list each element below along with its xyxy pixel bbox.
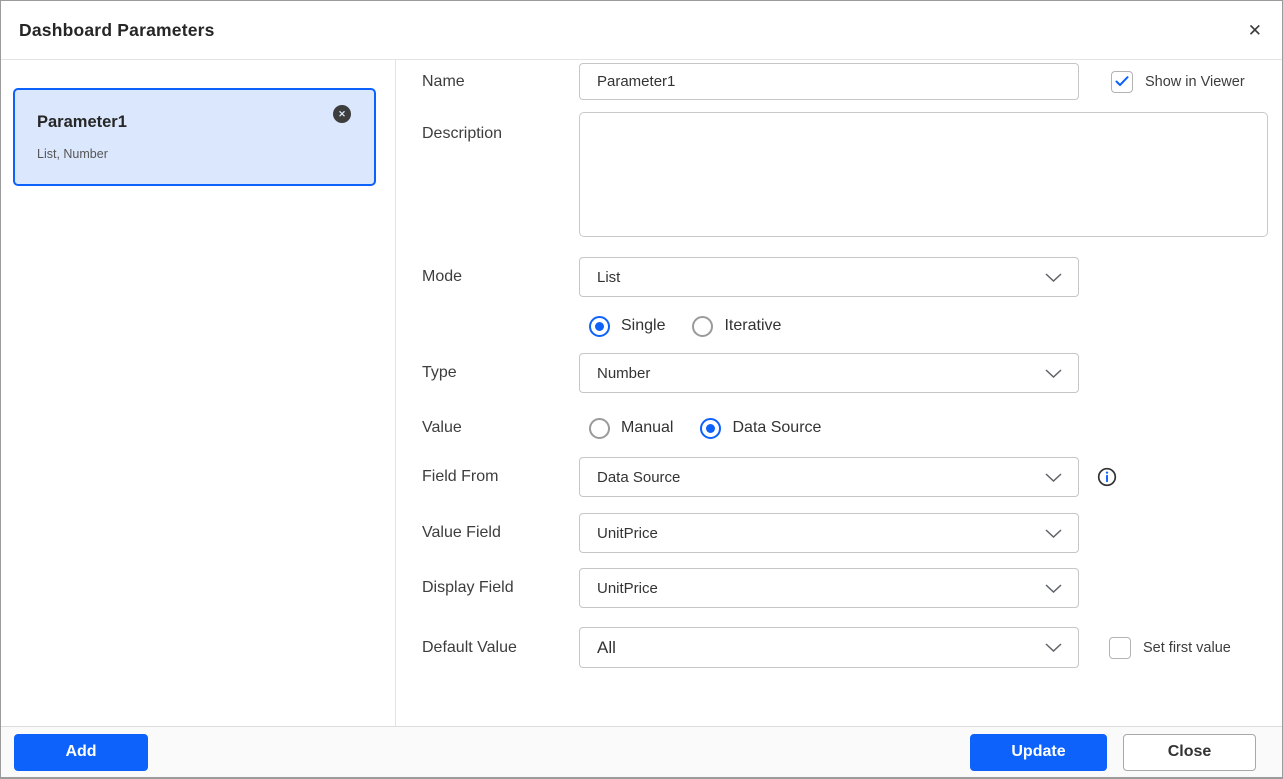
mode-dropdown[interactable]: List bbox=[579, 257, 1079, 297]
parameter-form: Name Show in Viewer Description bbox=[396, 60, 1282, 726]
info-icon[interactable] bbox=[1097, 467, 1117, 487]
close-icon[interactable]: ✕ bbox=[1248, 22, 1262, 39]
parameter-card-meta: List, Number bbox=[37, 147, 354, 161]
display-field-dropdown[interactable]: UnitPrice bbox=[579, 568, 1079, 608]
chevron-down-icon bbox=[1045, 369, 1062, 378]
value-label: Value bbox=[422, 419, 579, 437]
chevron-down-icon bbox=[1045, 643, 1062, 652]
chevron-down-icon bbox=[1045, 584, 1062, 593]
radio-manual-label: Manual bbox=[621, 419, 673, 437]
type-dropdown[interactable]: Number bbox=[579, 353, 1079, 393]
parameter-card-title: Parameter1 bbox=[37, 113, 354, 132]
chevron-down-icon bbox=[1045, 529, 1062, 538]
radio-iterative[interactable] bbox=[692, 316, 713, 337]
type-label: Type bbox=[422, 364, 579, 382]
value-field-dropdown[interactable]: UnitPrice bbox=[579, 513, 1079, 553]
field-from-label: Field From bbox=[422, 468, 579, 486]
name-row: Name Show in Viewer bbox=[422, 63, 1282, 100]
dialog-header: Dashboard Parameters ✕ bbox=[1, 1, 1282, 60]
radio-iterative-label: Iterative bbox=[724, 317, 781, 335]
radio-manual[interactable] bbox=[589, 418, 610, 439]
set-first-value-checkbox[interactable]: Set first value bbox=[1109, 637, 1231, 659]
radio-single[interactable] bbox=[589, 316, 610, 337]
default-value-row: Default Value All Set first value bbox=[422, 627, 1282, 668]
set-first-value-label: Set first value bbox=[1143, 640, 1231, 656]
parameter-list-panel: ✕ Parameter1 List, Number bbox=[1, 60, 396, 726]
add-button[interactable]: Add bbox=[14, 734, 148, 771]
field-from-row: Field From Data Source bbox=[422, 457, 1282, 497]
chevron-down-icon bbox=[1045, 473, 1062, 482]
name-label: Name bbox=[422, 73, 579, 91]
checkmark-icon bbox=[1115, 76, 1129, 87]
default-value-label: Default Value bbox=[422, 639, 579, 657]
value-row: Value Manual Data Source bbox=[422, 413, 1282, 443]
checkbox-checked-icon[interactable] bbox=[1111, 71, 1133, 93]
value-field-row: Value Field UnitPrice bbox=[422, 513, 1282, 553]
type-row: Type Number bbox=[422, 353, 1282, 393]
display-field-dropdown-value: UnitPrice bbox=[597, 580, 658, 597]
description-row: Description bbox=[422, 112, 1282, 237]
display-field-row: Display Field UnitPrice bbox=[422, 568, 1282, 608]
description-label: Description bbox=[422, 112, 579, 143]
dialog-footer: Add Update Close bbox=[1, 726, 1282, 777]
value-field-dropdown-value: UnitPrice bbox=[597, 525, 658, 542]
name-input[interactable] bbox=[579, 63, 1079, 100]
default-value-dropdown[interactable]: All bbox=[579, 627, 1079, 668]
value-field-label: Value Field bbox=[422, 524, 579, 542]
close-button[interactable]: Close bbox=[1123, 734, 1256, 771]
field-from-dropdown-value: Data Source bbox=[597, 469, 680, 486]
dialog-body: ✕ Parameter1 List, Number Name Show in bbox=[1, 60, 1282, 726]
field-from-dropdown[interactable]: Data Source bbox=[579, 457, 1079, 497]
mode-row: Mode List bbox=[422, 257, 1282, 297]
remove-parameter-icon[interactable]: ✕ bbox=[333, 105, 351, 123]
parameter-card[interactable]: ✕ Parameter1 List, Number bbox=[13, 88, 376, 186]
dialog-title: Dashboard Parameters bbox=[19, 20, 215, 41]
radio-data-source[interactable] bbox=[700, 418, 721, 439]
chevron-down-icon bbox=[1045, 273, 1062, 282]
mode-dropdown-value: List bbox=[597, 269, 620, 286]
description-textarea[interactable] bbox=[579, 112, 1268, 237]
radio-single-label: Single bbox=[621, 317, 665, 335]
show-in-viewer-label: Show in Viewer bbox=[1145, 74, 1245, 90]
dashboard-parameters-dialog: Dashboard Parameters ✕ ✕ Parameter1 List… bbox=[0, 0, 1283, 779]
remove-x-glyph: ✕ bbox=[338, 109, 346, 120]
display-field-label: Display Field bbox=[422, 579, 579, 597]
default-value-dropdown-value: All bbox=[597, 638, 616, 658]
mode-label: Mode bbox=[422, 268, 579, 286]
checkbox-unchecked-icon[interactable] bbox=[1109, 637, 1131, 659]
update-button[interactable]: Update bbox=[970, 734, 1107, 771]
value-radio-group: Manual Data Source bbox=[589, 418, 821, 439]
show-in-viewer-checkbox[interactable]: Show in Viewer bbox=[1111, 71, 1245, 93]
mode-option-row: Single Iterative bbox=[422, 311, 1282, 341]
mode-radio-group: Single Iterative bbox=[589, 316, 781, 337]
radio-data-source-label: Data Source bbox=[732, 419, 821, 437]
type-dropdown-value: Number bbox=[597, 365, 650, 382]
